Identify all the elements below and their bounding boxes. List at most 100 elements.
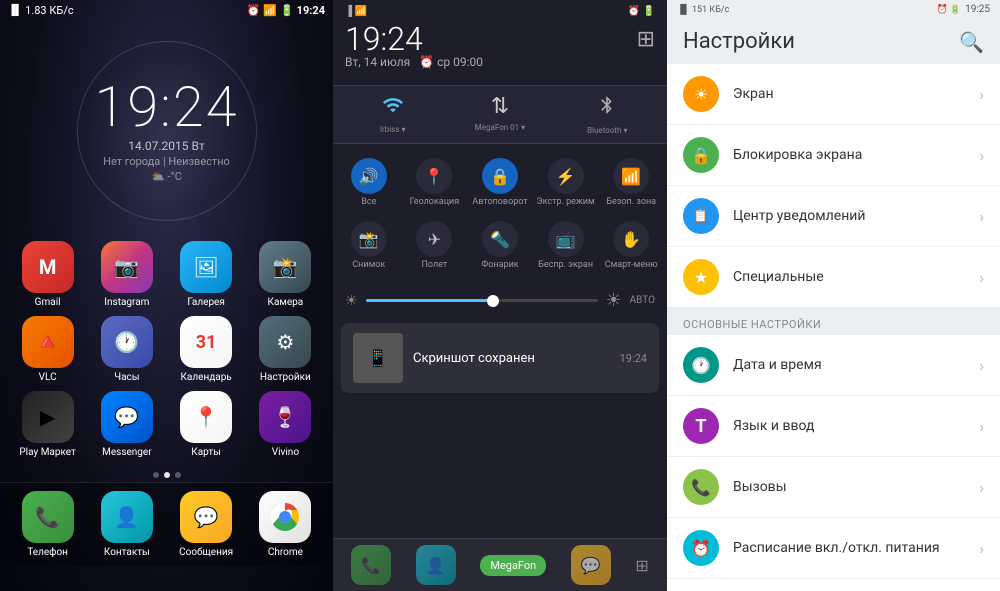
sound-icon: 🔊 [351,158,387,194]
settings-item-datetime[interactable]: 🕐 Дата и время › [667,335,1000,396]
location-icon: 📍 [416,158,452,194]
screenshot-label: Снимок [352,260,385,270]
settings-item-sim[interactable]: 📱 Управление SIM › [667,579,1000,591]
settings-search-button[interactable]: 🔍 [959,30,984,54]
notification-card[interactable]: 📱 Скриншот сохранен 19:24 [341,323,659,393]
notif-signal-icons: ▐ 📶 [345,6,367,17]
schedule-icon: ⏰ [683,530,719,566]
notifications-icon: 📋 [683,198,719,234]
cast-icon: 📺 [548,221,584,257]
quick-action-smartmenu[interactable]: ✋ Смарт-меню [599,215,663,276]
notification-panel: ▐ 📶 ⏰ 🔋 19:24 Вт, 14 июля ⏰ ср 09:00 ⊞ [333,0,667,591]
app-calendar[interactable]: 31 Календарь [171,316,242,383]
status-bar-right: ⏰ 📶 🔋 19:24 [247,4,325,17]
notif-status-bar: ▐ 📶 ⏰ 🔋 [345,6,655,17]
app-icon-instagram: 📷 [101,241,153,293]
app-camera[interactable]: 📸 Камера [250,241,321,308]
app-icon-messenger: 💬 [101,391,153,443]
bottom-contacts[interactable]: 👤 [416,545,456,585]
quick-action-location[interactable]: 📍 Геолокация [403,152,467,213]
calls-chevron: › [979,478,984,497]
app-settings[interactable]: ⚙ Настройки [250,316,321,383]
quick-action-cast[interactable]: 📺 Беспр. экран [534,215,598,276]
app-icon-calendar: 31 [180,316,232,368]
dock-chrome[interactable]: Chrome [250,491,321,558]
bluetooth-toggle-icon [597,94,617,122]
screen-label: Экран [733,86,979,102]
settings-page-title: Настройки [683,29,795,54]
brightness-low-icon: ☀ [345,293,358,309]
bottom-phone[interactable]: 📞 [351,545,391,585]
quick-actions-grid: 🔊 Все 📍 Геолокация 🔒 Автоповорот ⚡ Экстр… [333,144,667,284]
clock-date: 14.07.2015 Вт [128,139,205,153]
notif-time-badge: 19:24 [620,352,647,365]
cast-label: Беспр. экран [538,260,593,270]
flashlight-label: Фонарик [481,260,518,270]
app-clock[interactable]: 🕐 Часы [91,316,162,383]
brightness-row: ☀ ☀ АВТО [333,284,667,317]
sound-label: Все [361,197,376,207]
settings-item-calls[interactable]: 📞 Вызовы › [667,457,1000,518]
quick-action-screenshot[interactable]: 📸 Снимок [337,215,401,276]
quick-action-nfc[interactable]: 📶 Безоп. зона [599,152,663,213]
grid-icon[interactable]: ⊞ [637,27,655,52]
quick-action-flashlight[interactable]: 🔦 Фонарик [468,215,532,276]
dock-label-messages: Сообщения [179,547,233,558]
app-gmail[interactable]: M Gmail [12,241,83,308]
location-label: Геолокация [410,197,460,207]
settings-item-special[interactable]: ★ Специальные › [667,247,1000,308]
app-icon-vlc: 🔺 [22,316,74,368]
app-instagram[interactable]: 📷 Instagram [91,241,162,308]
quick-toggle-data[interactable]: ⇅ MegaFon 01 ▾ [446,94,553,135]
app-label-messenger: Messenger [102,447,152,458]
home-status-bar: ▐▌ 1.83 КБ/с ⏰ 📶 🔋 19:24 [0,0,333,21]
settings-item-notifications[interactable]: 📋 Центр уведомлений › [667,186,1000,247]
quick-toggle-bluetooth[interactable]: Bluetooth ▾ [554,94,661,135]
quick-action-sound[interactable]: 🔊 Все [337,152,401,213]
dock-contacts[interactable]: 👤 Контакты [91,491,162,558]
quick-toggle-wifi[interactable]: Irbiss ▾ [339,94,446,135]
app-label-playmarket: Play Маркет [19,447,76,458]
screen-icon: ☀ [683,76,719,112]
app-messenger[interactable]: 💬 Messenger [91,391,162,458]
bottom-other[interactable]: ⊞ [635,556,648,575]
quick-toggles: Irbiss ▾ ⇅ MegaFon 01 ▾ Bluetooth ▾ [333,85,667,144]
app-vlc[interactable]: 🔺 VLC [12,316,83,383]
schedule-label: Расписание вкл./откл. питания [733,540,979,556]
data-toggle-icon: ⇅ [491,94,509,119]
rotate-icon: 🔒 [482,158,518,194]
quick-action-battery[interactable]: ⚡ Экстр. режим [534,152,598,213]
datetime-chevron: › [979,356,984,375]
brightness-fill [366,299,494,302]
notif-content: Скриншот сохранен [413,351,610,366]
app-vivino[interactable]: 🍷 Vivino [250,391,321,458]
datetime-icon: 🕐 [683,347,719,383]
app-gallery[interactable]: 🖼 Галерея [171,241,242,308]
settings-item-language[interactable]: T Язык и ввод › [667,396,1000,457]
dock-phone[interactable]: 📞 Телефон [12,491,83,558]
app-maps[interactable]: 📍 Карты [171,391,242,458]
dock-messages[interactable]: 💬 Сообщения [171,491,242,558]
nfc-icon: 📶 [613,158,649,194]
clock-location: Нет города | Неизвестно [103,155,230,168]
notifications-chevron: › [979,207,984,226]
app-playmarket[interactable]: ▶ Play Маркет [12,391,83,458]
app-icon-gmail: M [22,241,74,293]
brightness-slider[interactable] [366,299,598,302]
notif-thumb: 📱 [353,333,403,383]
quick-action-flight[interactable]: ✈ Полет [403,215,467,276]
rotate-label: Автоповорот [472,197,527,207]
battery-icon: 🔋 [280,4,294,17]
bottom-messages[interactable]: 💬 [571,545,611,585]
clock-weather: ⛅ -°C [151,170,182,183]
app-label-settings: Настройки [260,372,311,383]
app-icon-chrome [259,491,311,543]
wifi-icon: 📶 [263,4,277,17]
flight-label: Полет [422,260,448,270]
settings-item-screen[interactable]: ☀ Экран › [667,64,1000,125]
app-icon-phone: 📞 [22,491,74,543]
settings-item-schedule[interactable]: ⏰ Расписание вкл./откл. питания › [667,518,1000,579]
quick-action-rotate[interactable]: 🔒 Автоповорот [468,152,532,213]
settings-item-lockscreen[interactable]: 🔒 Блокировка экрана › [667,125,1000,186]
app-icon-contacts: 👤 [101,491,153,543]
